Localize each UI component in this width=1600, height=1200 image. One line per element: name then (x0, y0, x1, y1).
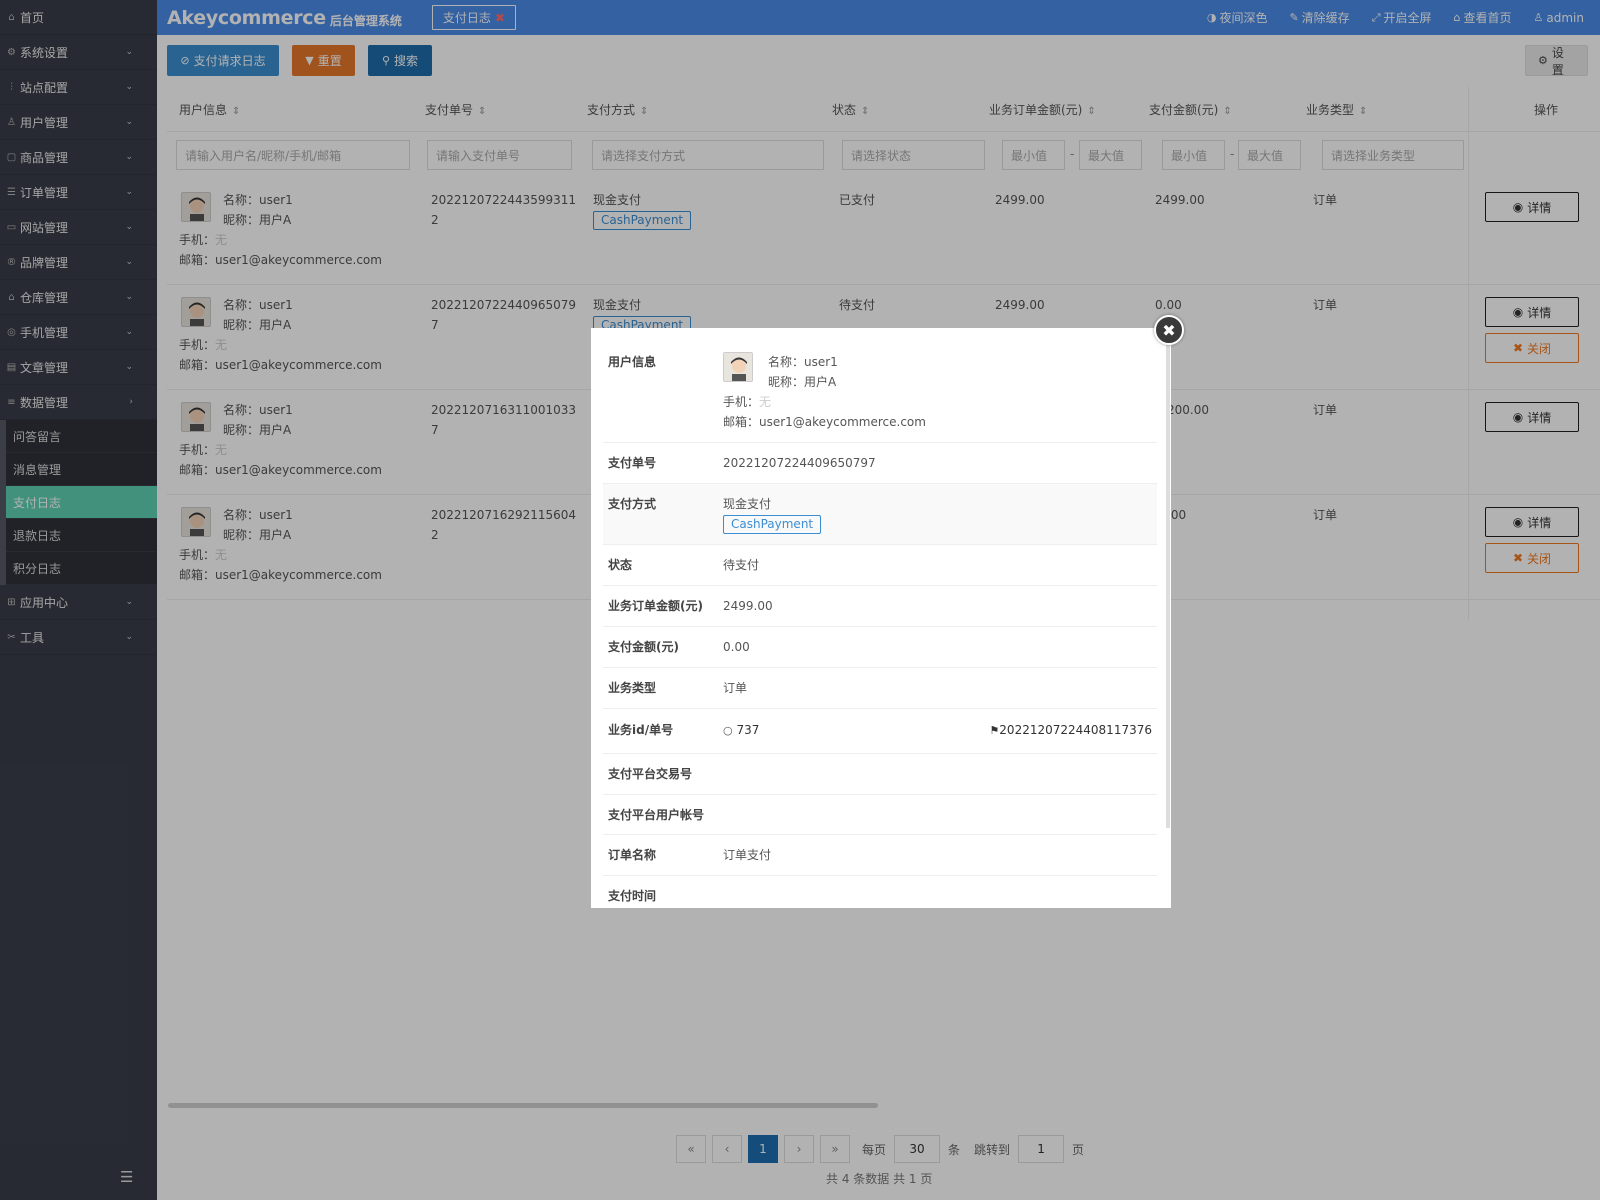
modal-user-name: 名称：user1 (768, 355, 838, 369)
modal-label: 支付平台用户帐号 (608, 808, 705, 822)
modal-label: 状态 (608, 558, 633, 572)
modal-row-user: 用户信息 名称：user1 昵称：用户A 手机：无 邮箱：user1@akeyc… (603, 340, 1157, 443)
modal-label: 业务类型 (608, 681, 657, 695)
modal-row-biz-type: 业务类型 订单 (603, 668, 1157, 709)
modal-biz-no-value: 20221207224408117376 (999, 723, 1152, 737)
modal-row-biz-id: 业务id/单号 ○ 737 ⚑20221207224408117376 (603, 709, 1157, 754)
modal-label: 支付单号 (608, 456, 657, 470)
modal-label: 用户信息 (608, 355, 657, 369)
modal-scrollbar[interactable] (1166, 338, 1170, 828)
modal-label: 业务订单金额(元) (608, 599, 703, 613)
modal-row-pay-amount: 支付金额(元) 0.00 (603, 627, 1157, 668)
modal-close-button[interactable]: ✖ (1154, 315, 1184, 345)
modal-biz-id-value: 737 (736, 723, 760, 737)
modal-method-text: 现金支付 (723, 497, 772, 511)
modal-row-account: 支付平台用户帐号 (603, 795, 1157, 835)
modal-pay-amount: 0.00 (723, 640, 750, 654)
modal-label: 支付平台交易号 (608, 767, 693, 781)
circle-icon: ○ (723, 724, 733, 737)
modal-label: 订单名称 (608, 848, 657, 862)
modal-label: 支付时间 (608, 889, 657, 903)
modal-user-phone-label: 手机： (723, 395, 760, 409)
modal-status: 待支付 (723, 558, 760, 572)
modal-pay-time (723, 886, 1152, 906)
modal-order-name: 订单支付 (723, 848, 772, 862)
modal-row-order-amount: 业务订单金额(元) 2499.00 (603, 586, 1157, 627)
modal-row-order-name: 订单名称 订单支付 (603, 835, 1157, 876)
pay-method-tag: CashPayment (723, 515, 822, 534)
modal-row-payno: 支付单号 20221207224409650797 (603, 443, 1157, 484)
modal-trade-no (723, 764, 1152, 784)
modal-user-nick: 昵称：用户A (768, 375, 837, 389)
modal-biz-no: ⚑20221207224408117376 (989, 720, 1152, 741)
modal-user-info: 名称：user1 昵称：用户A 手机：无 邮箱：user1@akeycommer… (723, 352, 1152, 432)
modal-user-phone: 手机：无 (723, 392, 771, 412)
modal-label: 支付金额(元) (608, 640, 679, 654)
avatar (723, 352, 753, 382)
modal-account (723, 805, 1152, 824)
modal-row-status: 状态 待支付 (603, 545, 1157, 586)
modal-row-method: 支付方式 现金支付 CashPayment (603, 484, 1157, 545)
payment-detail-modal: 用户信息 名称：user1 昵称：用户A 手机：无 邮箱：user1@akeyc… (591, 328, 1171, 908)
close-icon: ✖ (1162, 320, 1176, 340)
modal-label: 业务id/单号 (608, 723, 674, 737)
modal-order-amount: 2499.00 (723, 599, 773, 613)
modal-biz-type: 订单 (723, 681, 748, 695)
modal-user-email: 邮箱：user1@akeycommerce.com (723, 415, 926, 429)
bookmark-icon: ⚑ (989, 724, 1000, 737)
modal-label: 支付方式 (608, 497, 657, 511)
modal-row-trade-no: 支付平台交易号 (603, 754, 1157, 795)
modal-method: 现金支付 CashPayment (723, 494, 1152, 534)
modal-payno: 20221207224409650797 (723, 456, 876, 470)
modal-user-phone-value: 无 (759, 395, 772, 409)
modal-biz-id: ○ 737 ⚑20221207224408117376 (723, 720, 1152, 741)
modal-row-pay-time: 支付时间 (603, 876, 1157, 908)
